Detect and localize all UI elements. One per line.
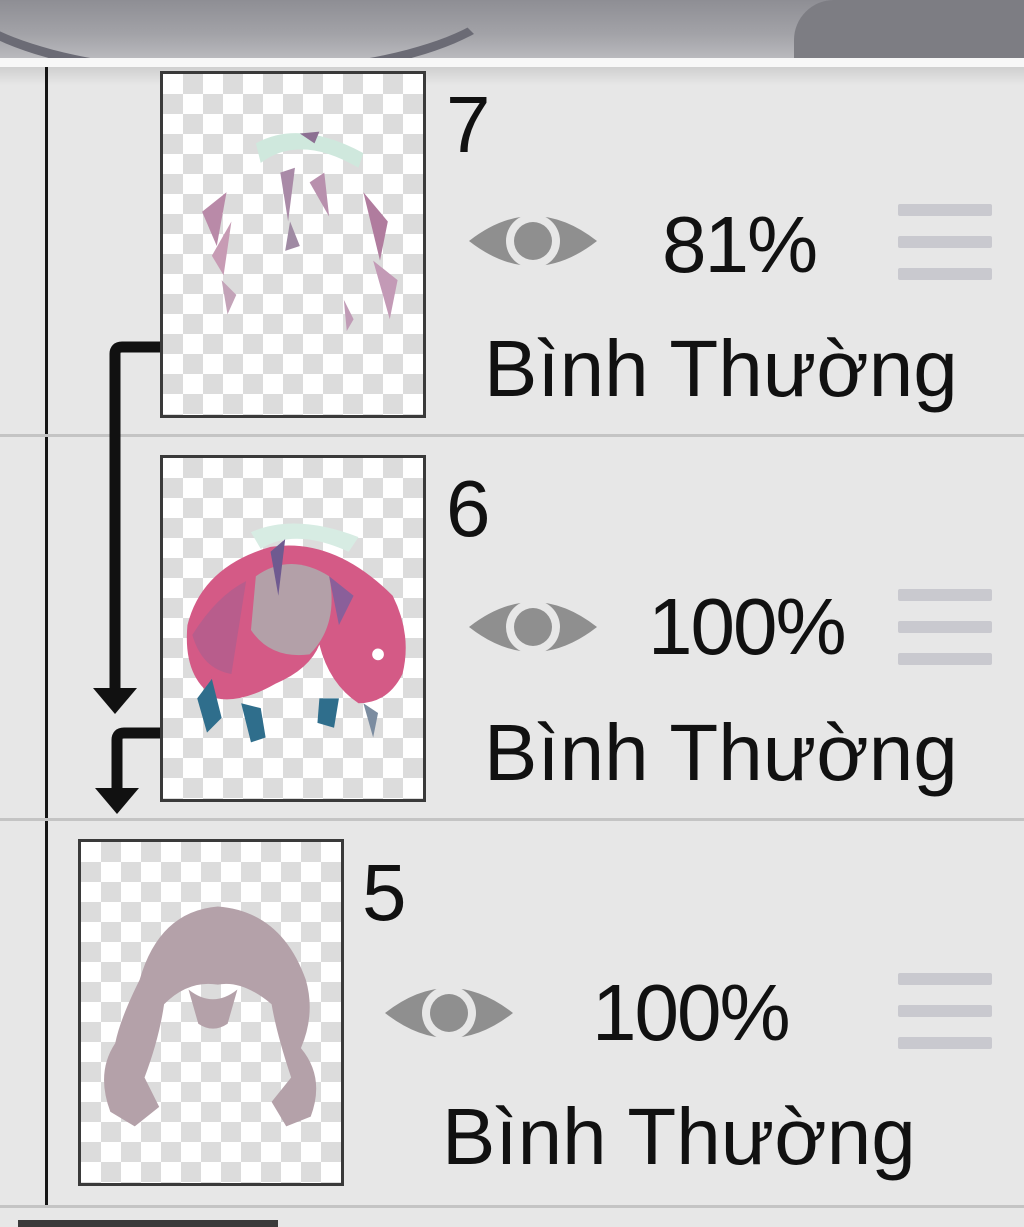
layer-thumbnail-6[interactable]: [160, 455, 426, 802]
layer-opacity[interactable]: 81%: [662, 205, 818, 285]
layer-number: 5: [362, 848, 407, 937]
layer-6-artwork: [186, 523, 406, 743]
row-divider: [0, 1205, 1024, 1208]
canvas-artwork-fragment: [0, 0, 520, 58]
layer-blend-mode[interactable]: Bình Thường: [484, 329, 958, 409]
scroll-indicator: [18, 1220, 278, 1227]
layer-7-artwork: [202, 131, 398, 332]
canvas-preview-strip: [0, 0, 1024, 58]
layer-thumbnail-7[interactable]: [160, 71, 426, 418]
drag-handle-icon[interactable]: [898, 971, 992, 1051]
layer-opacity[interactable]: 100%: [648, 587, 847, 667]
layer-row-6[interactable]: 6 100% Bình Thường: [0, 437, 1024, 820]
drag-handle-icon[interactable]: [898, 587, 992, 667]
layer-row-7[interactable]: 7 81% Bình Thường: [0, 67, 1024, 437]
layer-thumbnail-5[interactable]: [78, 839, 344, 1186]
drag-handle-icon[interactable]: [898, 202, 992, 282]
layer-5-artwork: [104, 906, 317, 1127]
layer-blend-mode[interactable]: Bình Thường: [484, 713, 958, 793]
layer-opacity[interactable]: 100%: [592, 973, 791, 1053]
eye-icon[interactable]: [382, 971, 516, 1055]
eye-icon[interactable]: [466, 199, 600, 283]
layer-number: 6: [446, 464, 491, 553]
layer-number: 7: [446, 80, 491, 169]
canvas-artwork-fragment: [794, 0, 1024, 58]
eye-icon[interactable]: [466, 585, 600, 669]
layer-row-5[interactable]: 5 100% Bình Thường: [0, 821, 1024, 1211]
layer-blend-mode[interactable]: Bình Thường: [442, 1097, 916, 1177]
panel-divider: [0, 58, 1024, 67]
